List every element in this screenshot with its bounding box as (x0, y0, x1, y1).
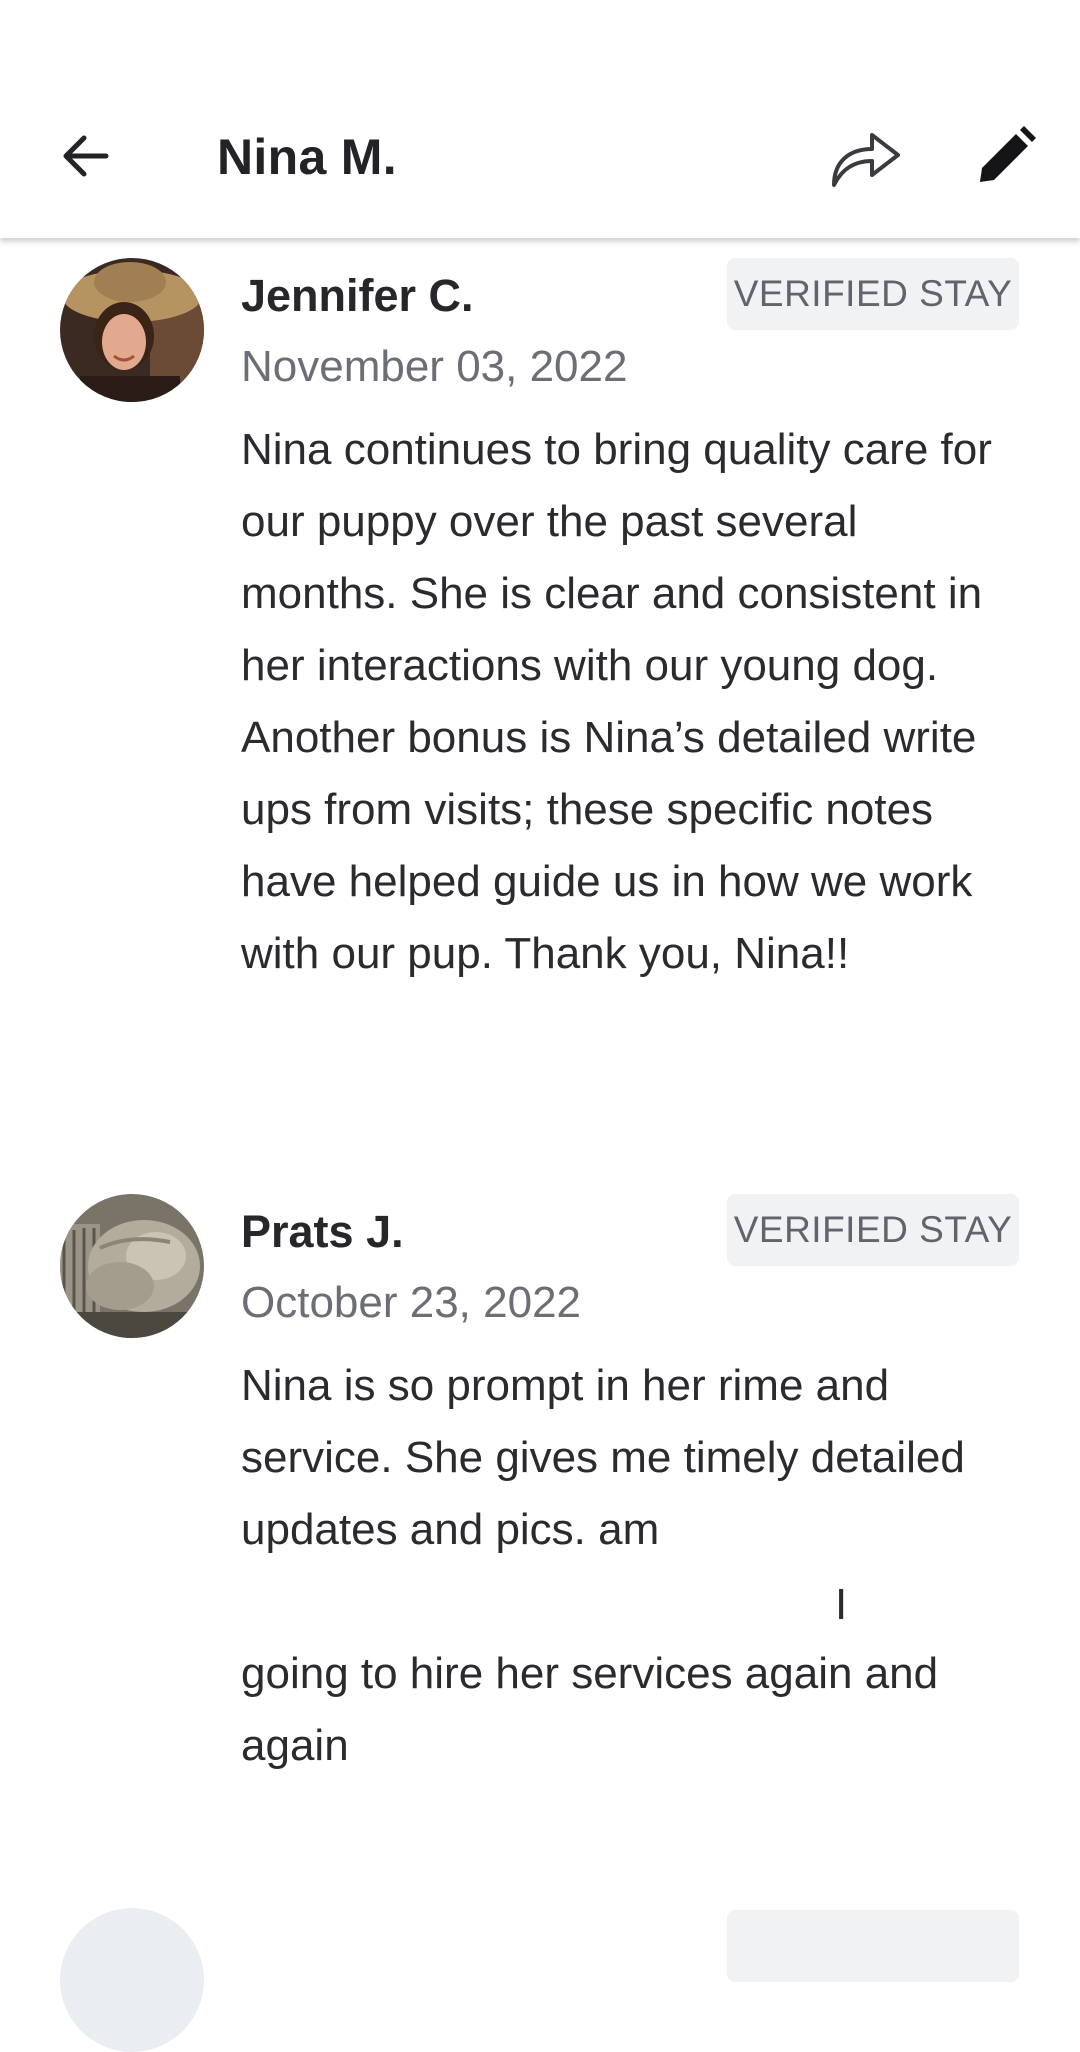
review-body-part1: Nina is so prompt in her rime and servic… (241, 1361, 965, 1554)
share-button[interactable] (820, 114, 910, 198)
review-date: November 03, 2022 (241, 342, 628, 391)
share-arrow-icon (832, 133, 900, 187)
review-body-gap (241, 1566, 1021, 1638)
review-body-part2: going to hire her services again and aga… (241, 1649, 939, 1770)
review-text: Nina continues to bring quality care for… (241, 414, 1021, 990)
app-header: Nina M. (0, 0, 1080, 238)
reviewer-name: Prats J. (241, 1206, 404, 1257)
stray-character: I (835, 1580, 848, 1629)
reviewer-name: Jennifer C. (241, 270, 474, 321)
arrow-left-icon (63, 135, 109, 177)
review-text: Nina is so prompt in her rime and servic… (241, 1350, 1021, 1782)
pencil-icon (980, 126, 1036, 182)
avatar-photo (60, 1194, 204, 1338)
reviewer-avatar[interactable] (60, 1194, 204, 1338)
review-body: Nina continues to bring quality care for… (241, 425, 992, 978)
verified-stay-badge: VERIFIED STAY (727, 1194, 1019, 1266)
review-date: October 23, 2022 (241, 1278, 582, 1327)
edit-button[interactable] (968, 118, 1044, 194)
next-verified-badge (727, 1910, 1019, 1982)
avatar-photo (60, 258, 204, 402)
verified-stay-badge: VERIFIED STAY (727, 258, 1019, 330)
back-button[interactable] (48, 120, 120, 192)
reviewer-avatar[interactable] (60, 258, 204, 402)
page-title: Nina M. (217, 129, 397, 185)
next-reviewer-avatar[interactable] (60, 1908, 204, 2052)
